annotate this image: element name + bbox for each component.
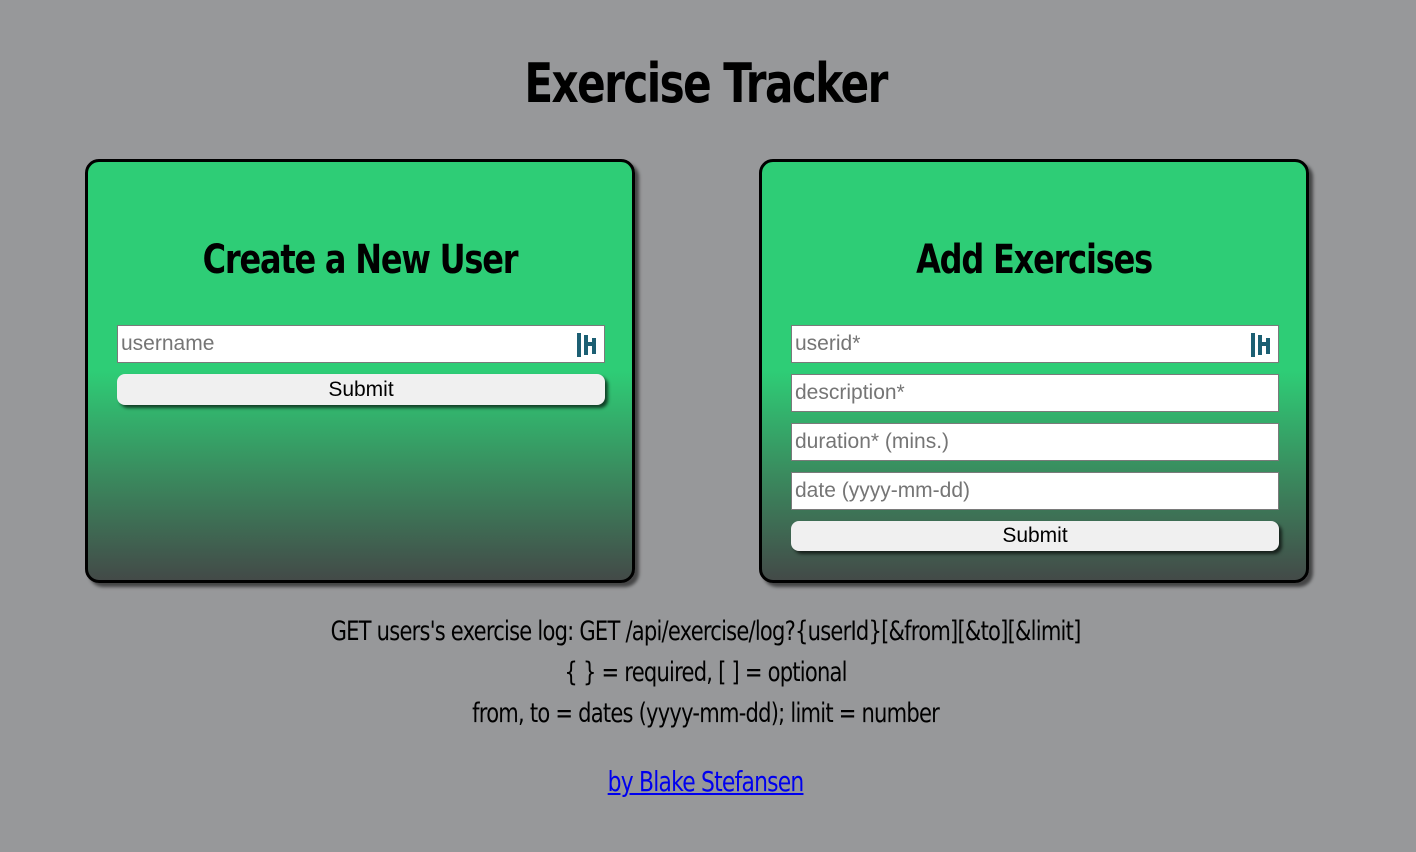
api-info-line: { } = required, [ ] = optional (564, 657, 847, 688)
create-user-submit-button[interactable]: Submit (117, 374, 605, 405)
create-user-card: Create a New User Submit (85, 159, 635, 583)
api-info-line: GET users's exercise log: GET /api/exerc… (330, 616, 1082, 647)
footer: by Blake Stefansen (153, 762, 1257, 802)
api-info: GET users's exercise log: GET /api/exerc… (153, 611, 1257, 734)
userid-input[interactable] (792, 326, 1278, 362)
password-manager-icon[interactable] (576, 332, 598, 358)
description-field (791, 374, 1279, 412)
add-exercises-card: Add Exercises Submit (759, 159, 1309, 583)
page-title: Exercise Tracker (524, 52, 888, 115)
username-input[interactable] (118, 326, 604, 362)
date-field (791, 472, 1279, 510)
description-input[interactable] (792, 375, 1278, 411)
username-field (117, 325, 605, 363)
create-user-heading: Create a New User (202, 237, 519, 283)
date-input[interactable] (792, 473, 1278, 509)
add-exercise-submit-button[interactable]: Submit (791, 521, 1279, 551)
add-exercises-heading: Add Exercises (916, 237, 1153, 283)
userid-field (791, 325, 1279, 363)
api-info-line: from, to = dates (yyyy-mm-dd); limit = n… (472, 698, 940, 729)
duration-input[interactable] (792, 424, 1278, 460)
password-manager-icon[interactable] (1250, 332, 1272, 358)
author-link[interactable]: by Blake Stefansen (608, 765, 805, 798)
duration-field (791, 423, 1279, 461)
